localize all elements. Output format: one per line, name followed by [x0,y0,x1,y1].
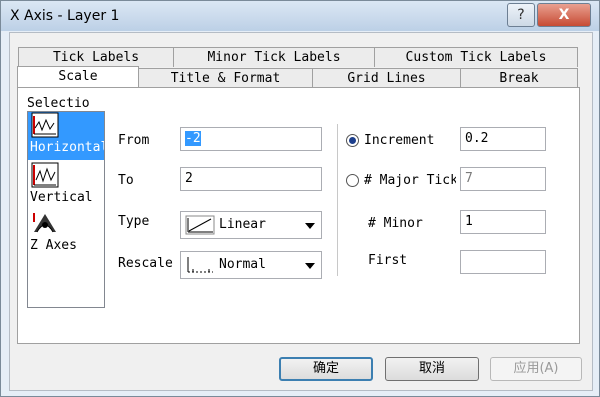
cancel-button[interactable]: 取消 [385,357,479,381]
selection-item-vertical-label: Vertical [30,190,93,205]
tab-title-format[interactable]: Title & Format [138,68,313,88]
increment-input[interactable]: 0.2 [460,127,546,151]
help-button[interactable]: ? [507,3,535,27]
linear-scale-icon [185,215,215,235]
increment-radio[interactable] [346,134,359,147]
rescale-label: Rescale [118,256,173,271]
from-label: From [118,133,150,148]
tab-grid-lines[interactable]: Grid Lines [312,68,461,88]
title-bar[interactable]: X Axis - Layer 1 ? X [1,1,599,31]
tab-break[interactable]: Break [460,68,578,88]
tab-custom-tick-labels[interactable]: Custom Tick Labels [374,47,578,67]
selection-item-horizontal[interactable]: Horizontal [28,112,104,160]
ok-button[interactable]: 确定 [279,357,373,381]
major-tick-radio[interactable] [346,174,359,187]
selection-item-z-axes-label: Z Axes [30,238,77,253]
selection-item-vertical[interactable]: Vertical [28,162,104,208]
type-select[interactable]: Linear [180,211,322,239]
horizontal-axis-icon [31,112,59,138]
selection-list[interactable]: Horizontal Vertical Z Axes [27,111,105,308]
rescale-value: Normal [219,257,266,272]
minor-tick-input[interactable]: 1 [460,210,546,234]
from-value: -2 [185,131,201,146]
vertical-axis-icon [31,162,59,188]
major-tick-label: # Major Tick [364,173,456,188]
increment-label: Increment [364,133,435,148]
rescale-icon [187,257,213,273]
first-tick-input[interactable] [460,250,546,274]
to-input[interactable]: 2 [180,167,322,191]
divider [337,124,338,276]
from-input[interactable]: -2 [180,127,322,151]
tab-minor-tick-labels[interactable]: Minor Tick Labels [173,47,375,67]
chevron-down-icon [305,263,315,269]
to-label: To [118,173,134,188]
minor-tick-label: # Minor [368,216,423,231]
z-axes-icon [33,213,56,233]
chevron-down-icon [305,223,315,229]
major-tick-input[interactable]: 7 [460,167,546,191]
selection-item-horizontal-label: Horizontal [30,140,105,155]
tab-scale[interactable]: Scale [17,66,139,88]
selection-item-z-axes[interactable]: Z Axes [28,210,104,256]
tab-tick-labels[interactable]: Tick Labels [18,47,174,67]
close-button[interactable]: X [537,3,591,27]
first-tick-label: First [368,253,408,268]
type-label: Type [118,214,150,229]
rescale-select[interactable]: Normal [180,251,322,279]
type-value: Linear [219,217,266,232]
selection-label: Selectio [27,96,90,111]
window-title: X Axis - Layer 1 [10,8,120,24]
apply-button[interactable]: 应用(A) [490,357,582,381]
